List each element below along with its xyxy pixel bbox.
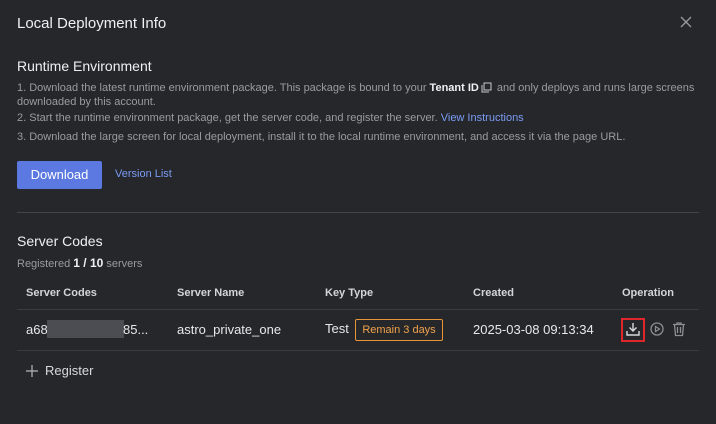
server-code-mask [47, 320, 124, 338]
download-icon[interactable] [624, 320, 642, 338]
local-deployment-dialog: Local Deployment Info Runtime Environmen… [0, 0, 716, 424]
play-icon[interactable] [648, 320, 666, 338]
step-1-text: 1. Download the latest runtime environme… [17, 82, 697, 108]
dialog-title: Local Deployment Info [17, 15, 167, 32]
delete-icon[interactable] [670, 320, 688, 338]
server-code-suffix: 85... [123, 322, 149, 337]
plus-icon [26, 364, 38, 377]
created-time: 2025-03-08 09:13:34 [473, 322, 594, 337]
status-badge: Remain 3 days [355, 319, 443, 341]
step-2-text: 2. Start the runtime environment package… [17, 112, 697, 124]
close-icon[interactable] [680, 16, 696, 32]
step-3-text: 3. Download the large screen for local d… [17, 131, 626, 143]
version-list-link[interactable]: Version List [115, 168, 172, 180]
section-divider [17, 212, 699, 213]
server-codes-title: Server Codes [17, 233, 103, 249]
download-button[interactable]: Download [17, 161, 102, 189]
register-button[interactable]: Register [25, 363, 93, 378]
key-type: Test [325, 321, 349, 336]
tenant-id-label: Tenant ID [429, 82, 479, 94]
registered-suffix: servers [103, 258, 143, 270]
registered-count-text: Registered 1 / 10 servers [17, 256, 142, 270]
step-2-prefix: 2. Start the runtime environment package… [17, 112, 441, 124]
view-instructions-link[interactable]: View Instructions [441, 112, 524, 124]
column-header-created: Created [473, 287, 514, 299]
column-header-operation: Operation [622, 287, 674, 299]
column-header-server-name: Server Name [177, 287, 245, 299]
server-code-prefix: a68 [26, 322, 48, 337]
server-name: astro_private_one [177, 322, 282, 337]
column-header-server-codes: Server Codes [26, 287, 97, 299]
table-header-divider [17, 309, 699, 310]
runtime-environment-title: Runtime Environment [17, 58, 152, 74]
step-1-prefix: 1. Download the latest runtime environme… [17, 82, 430, 94]
register-label: Register [45, 363, 94, 378]
copy-icon[interactable] [481, 82, 492, 96]
column-header-key-type: Key Type [325, 287, 374, 299]
registered-count: 1 / 10 [73, 256, 104, 270]
table-row-divider [17, 350, 699, 351]
registered-prefix: Registered [17, 258, 74, 270]
